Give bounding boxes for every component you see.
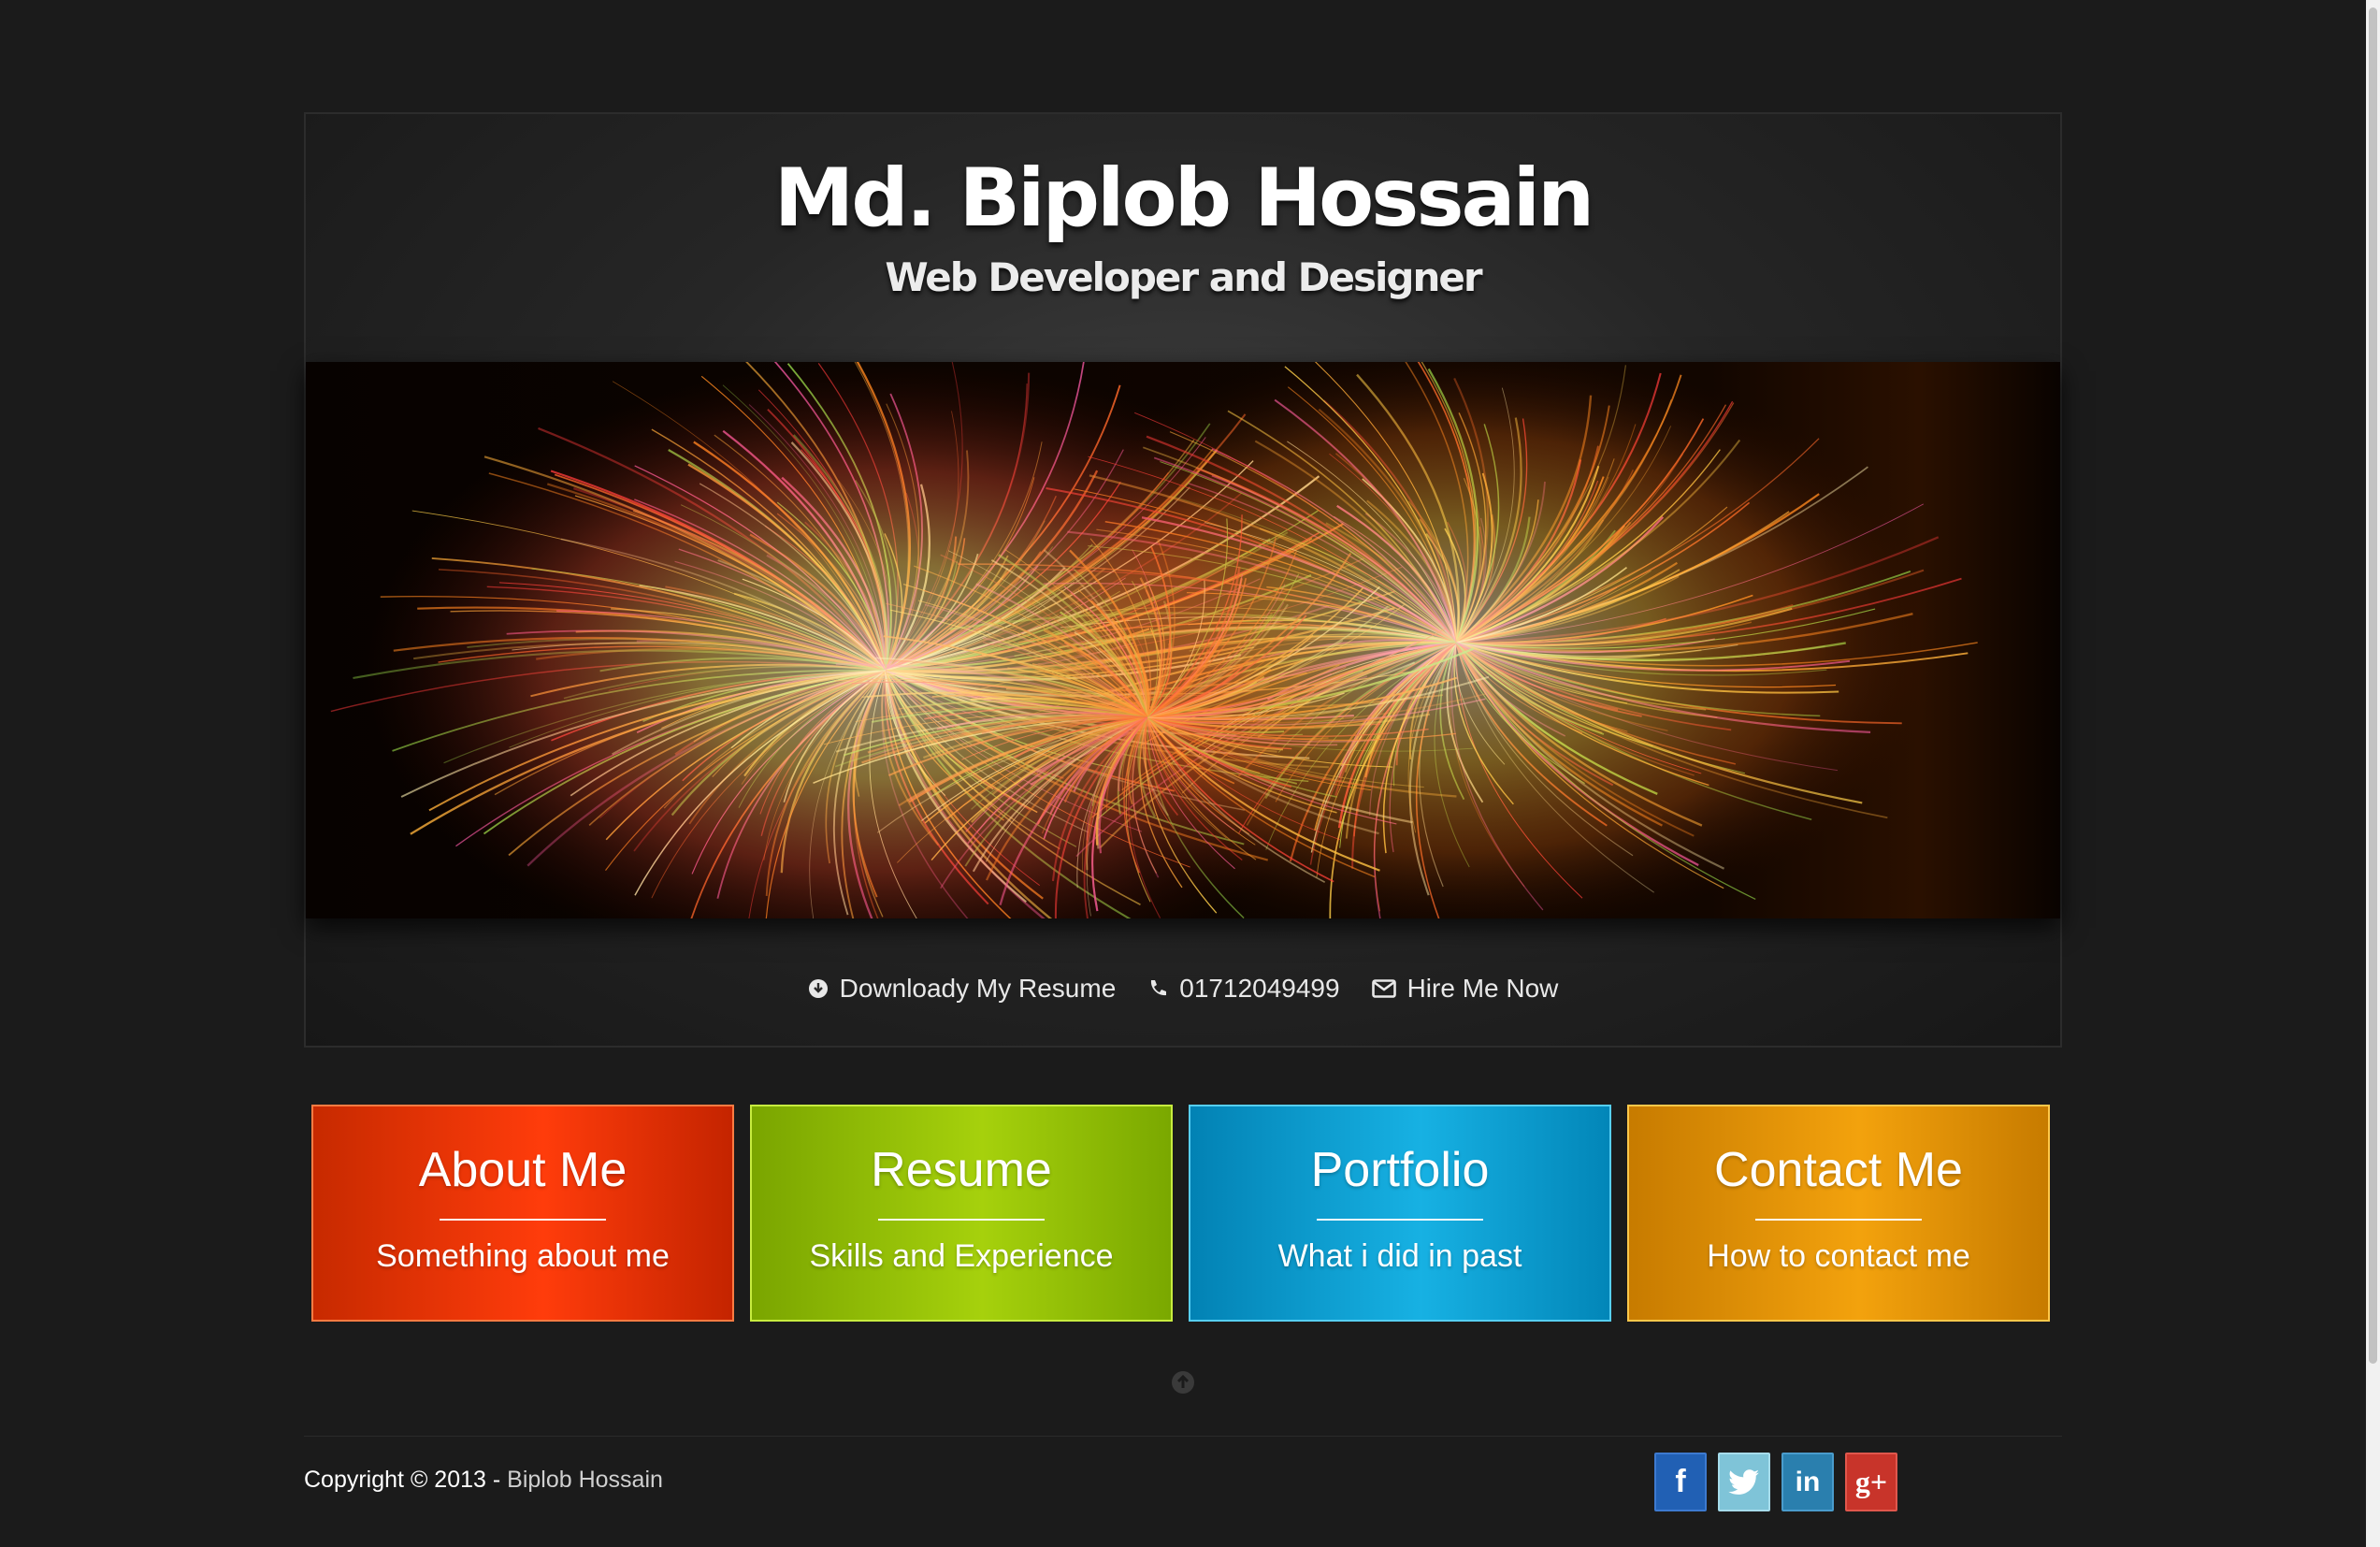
facebook-icon: f [1675,1464,1686,1499]
copyright-prefix: Copyright © 2013 - [304,1467,501,1493]
facebook-button[interactable]: f [1654,1453,1707,1511]
tile-subtitle: How to contact me [1707,1238,1970,1274]
linkedin-button[interactable]: in [1781,1453,1834,1511]
download-circle-icon [808,979,828,998]
tile-title: Resume [871,1143,1052,1197]
site-title: Md. Biplob Hossain [773,152,1595,245]
contact-bar: Downloady My Resume 01712049499 Hire Me … [306,961,2060,1017]
tile-about-me[interactable]: About Me Something about me [311,1105,734,1322]
tile-divider [1317,1219,1483,1221]
hire-me-link[interactable]: Hire Me Now [1371,974,1559,1004]
site-tagline: Web Developer and Designer [885,254,1482,300]
tile-divider [878,1219,1045,1221]
tile-title: Contact Me [1714,1143,1963,1197]
tile-divider [1755,1219,1922,1221]
tile-title: About Me [418,1143,627,1197]
hero-panel: Md. Biplob Hossain Web Developer and Des… [304,112,2062,1048]
twitter-button[interactable] [1718,1453,1770,1511]
google-plus-icon: g+ [1854,1465,1888,1498]
phone-number: 01712049499 [1179,974,1340,1003]
twitter-icon [1728,1468,1759,1495]
hire-me-label: Hire Me Now [1406,974,1559,1003]
tile-divider [440,1219,606,1221]
arrow-up-circle-icon [1172,1371,1194,1394]
tile-portfolio[interactable]: Portfolio What i did in past [1189,1105,1611,1322]
fireworks-image [306,362,2060,918]
phone-icon [1151,980,1167,996]
social-links: f in g+ [1654,1453,1897,1511]
tile-subtitle: Skills and Experience [809,1238,1114,1274]
download-resume-label: Downloady My Resume [839,974,1117,1003]
download-resume-link[interactable]: Downloady My Resume [808,974,1117,1004]
phone-link[interactable]: 01712049499 [1147,974,1340,1004]
tile-title: Portfolio [1310,1143,1490,1197]
nav-tiles: About Me Something about me Resume Skill… [311,1105,2051,1322]
tile-subtitle: What i did in past [1277,1238,1522,1274]
banner-image [306,362,2060,918]
scroll-to-top-button[interactable] [1171,1370,1195,1399]
copyright-text: Copyright © 2013 - Biplob Hossain [304,1467,663,1494]
google-plus-button[interactable]: g+ [1845,1453,1897,1511]
envelope-icon [1371,979,1396,998]
tile-contact-me[interactable]: Contact Me How to contact me [1627,1105,2050,1322]
tile-resume[interactable]: Resume Skills and Experience [750,1105,1173,1322]
page-scrollbar[interactable] [2366,0,2380,1547]
linkedin-icon: in [1795,1466,1821,1497]
scrollbar-thumb[interactable] [2369,7,2377,1364]
footer-divider [304,1436,2062,1437]
tile-subtitle: Something about me [376,1238,670,1274]
copyright-name-link[interactable]: Biplob Hossain [507,1467,663,1493]
